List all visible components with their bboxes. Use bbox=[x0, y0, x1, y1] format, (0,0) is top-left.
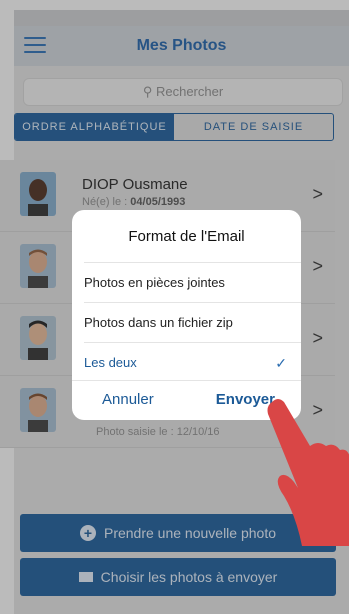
cancel-button[interactable]: Annuler bbox=[102, 381, 154, 420]
option-label: Photos dans un fichier zip bbox=[84, 315, 233, 330]
option-both[interactable]: Les deux ✓ bbox=[84, 342, 301, 382]
dialog-title: Format de l'Email bbox=[128, 228, 245, 245]
email-format-dialog: Format de l'Email Photos en pièces joint… bbox=[72, 210, 301, 420]
option-attachments[interactable]: Photos en pièces jointes bbox=[84, 262, 301, 302]
option-label: Les deux bbox=[84, 355, 137, 370]
option-label: Photos en pièces jointes bbox=[84, 275, 225, 290]
pointing-hand-icon bbox=[267, 399, 349, 546]
option-zip[interactable]: Photos dans un fichier zip bbox=[84, 302, 301, 342]
checkmark-icon: ✓ bbox=[275, 355, 287, 371]
